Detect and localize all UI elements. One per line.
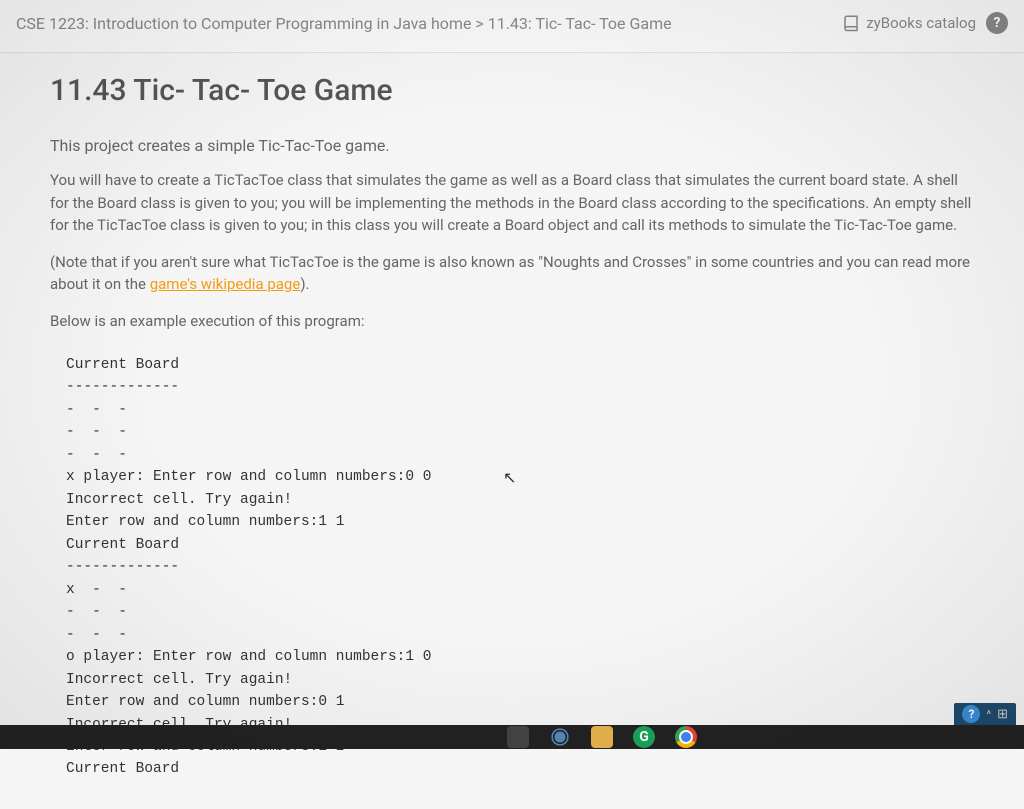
taskbar-chrome-icon[interactable] [675, 726, 697, 748]
description-paragraph-1: You will have to create a TicTacToe clas… [50, 169, 974, 237]
description-paragraph-2: (Note that if you aren't sure what TicTa… [50, 251, 974, 296]
system-tray: ? ^ ⊞ [954, 703, 1016, 725]
breadcrumb[interactable]: CSE 1223: Introduction to Computer Progr… [16, 14, 672, 33]
page-title: 11.43 Tic- Tac- Toe Game [50, 73, 974, 108]
para2-post: ). [300, 275, 309, 293]
header-right: zyBooks catalog ? [842, 12, 1008, 34]
help-icon[interactable]: ? [986, 12, 1008, 34]
catalog-link[interactable]: zyBooks catalog [842, 14, 976, 32]
tray-caret-icon[interactable]: ^ [986, 708, 991, 721]
taskbar-grammarly-icon[interactable]: G [633, 726, 655, 748]
taskbar: G [0, 725, 1024, 749]
catalog-label: zyBooks catalog [866, 14, 976, 32]
main-content: 11.43 Tic- Tac- Toe Game This project cr… [0, 53, 1024, 809]
code-example: Current Board ------------- - - - - - - … [50, 346, 974, 789]
taskbar-explorer-icon[interactable] [591, 726, 613, 748]
intro-paragraph: This project creates a simple Tic-Tac-To… [50, 136, 974, 155]
example-intro: Below is an example execution of this pr… [50, 310, 974, 333]
page-header: CSE 1223: Introduction to Computer Progr… [0, 0, 1024, 53]
wikipedia-link[interactable]: game's wikipedia page [150, 275, 301, 293]
tray-help-icon[interactable]: ? [962, 705, 980, 723]
tray-extra-icon[interactable]: ⊞ [997, 707, 1008, 722]
book-icon [842, 14, 860, 32]
taskbar-cortana-icon[interactable] [549, 726, 571, 748]
taskbar-search-icon[interactable] [507, 726, 529, 748]
